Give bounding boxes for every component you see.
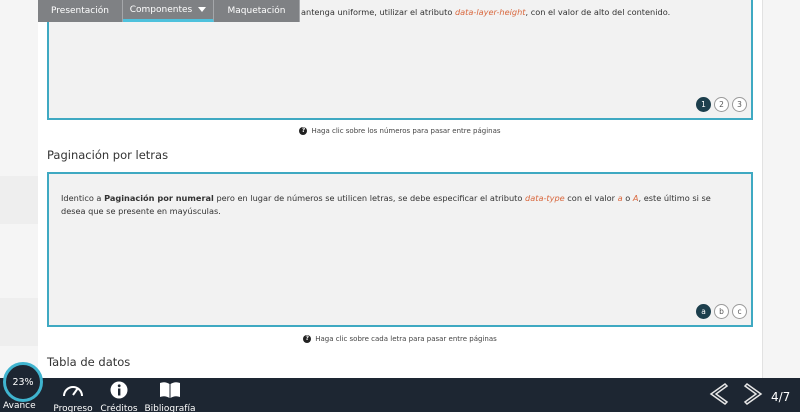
tab-presentacion[interactable]: Presentación bbox=[38, 0, 123, 22]
tab-label: Presentación bbox=[51, 6, 109, 16]
bottombar-label: Progreso bbox=[53, 404, 93, 412]
avance-label: Avance bbox=[3, 401, 36, 411]
creditos-button[interactable]: Créditos bbox=[98, 381, 140, 412]
chevron-right-icon[interactable] bbox=[743, 382, 765, 406]
top-navigation: Presentación Componentes Maquetación bbox=[38, 0, 300, 22]
numeral-hint: ? Haga clic sobre los números para pasar… bbox=[47, 127, 753, 135]
page-dot-1[interactable]: 1 bbox=[696, 97, 711, 112]
progreso-button[interactable]: Progreso bbox=[52, 381, 94, 412]
left-sidebar-strip bbox=[0, 0, 38, 378]
tab-label: Maquetación bbox=[227, 6, 286, 16]
progress-percent: 23% bbox=[12, 376, 34, 388]
section-heading-table: Tabla de datos bbox=[47, 355, 131, 369]
letters-pagination-panel: Identico a Paginación por numeral pero e… bbox=[47, 172, 753, 327]
tab-label: Componentes bbox=[129, 4, 193, 15]
chevron-left-icon[interactable] bbox=[707, 382, 729, 406]
section-heading-letters: Paginación por letras bbox=[47, 148, 169, 162]
chevron-down-icon[interactable] bbox=[198, 7, 207, 12]
page-dot-3[interactable]: 3 bbox=[732, 97, 747, 112]
panel-text: Identico a Paginación por numeral pero e… bbox=[61, 193, 711, 216]
numeral-pager: 1 2 3 bbox=[696, 97, 747, 112]
info-icon bbox=[110, 381, 128, 399]
page-dot-c[interactable]: c bbox=[732, 304, 747, 319]
gauge-icon bbox=[63, 386, 83, 397]
letters-pager: a b c bbox=[696, 304, 747, 319]
bottombar-label: Créditos bbox=[100, 404, 138, 412]
help-icon: ? bbox=[299, 127, 308, 135]
bottombar-label: Bibliografía bbox=[144, 404, 196, 412]
letters-hint: ? Haga clic sobre cada letra para pasar … bbox=[47, 335, 753, 343]
right-sidebar-strip bbox=[762, 0, 800, 378]
progress-ring[interactable]: 23% bbox=[3, 362, 43, 402]
page-dot-a[interactable]: a bbox=[696, 304, 711, 319]
left-strip-band bbox=[0, 176, 38, 224]
page-counter: 4/7 bbox=[771, 390, 791, 404]
tab-componentes[interactable]: Componentes bbox=[123, 0, 214, 22]
left-strip-band bbox=[0, 298, 38, 346]
book-icon bbox=[160, 382, 180, 398]
page-dot-2[interactable]: 2 bbox=[714, 97, 729, 112]
help-icon: ? bbox=[303, 335, 312, 343]
bottom-toolbar: Progreso Créditos Bibliografía bbox=[0, 378, 800, 412]
tab-maquetacion[interactable]: Maquetación bbox=[214, 0, 300, 22]
panel-text: antenga uniforme, utilizar el atributo d… bbox=[301, 7, 671, 17]
bibliografia-button[interactable]: Bibliografía bbox=[143, 381, 197, 412]
page-dot-b[interactable]: b bbox=[714, 304, 729, 319]
